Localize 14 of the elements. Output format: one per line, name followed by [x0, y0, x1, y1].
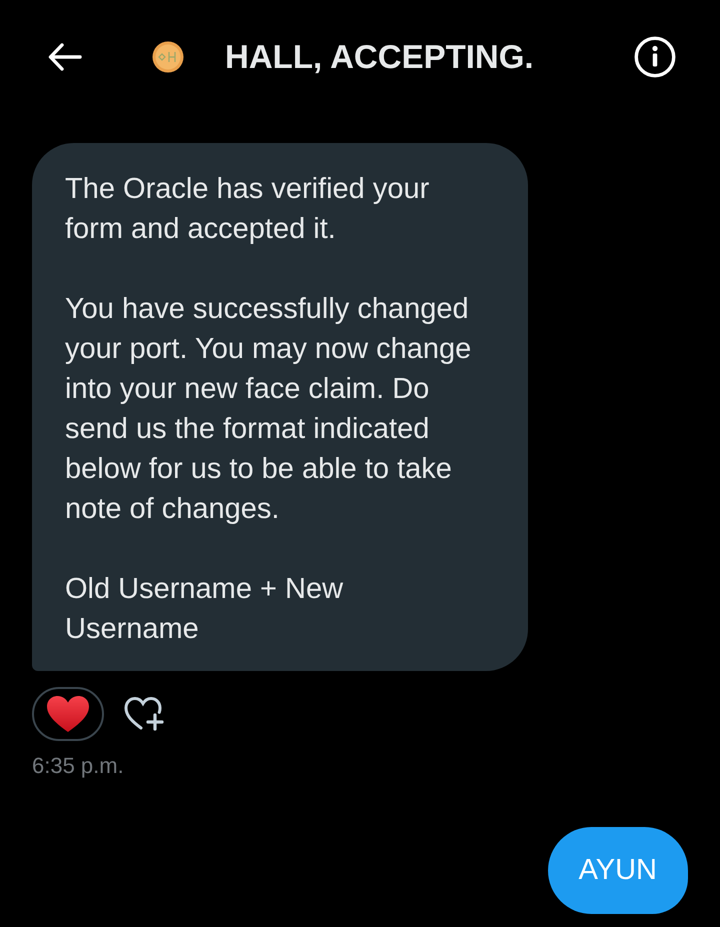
- message-text: Old Username + New Username: [65, 572, 344, 647]
- conversation-title[interactable]: HALL, ACCEPTING.: [225, 38, 534, 76]
- reaction-button[interactable]: [32, 687, 104, 741]
- message-text: You have successfully changed your port. You may now change into your new face claim. Do send us the format indicated below for us to be able to take note of changes.: [65, 292, 472, 527]
- add-reaction-icon[interactable]: [124, 696, 166, 732]
- back-arrow-icon: [48, 43, 82, 71]
- message-text: AYUN: [578, 854, 657, 887]
- message-text: The Oracle has verified your form and accepted it.: [65, 172, 430, 247]
- heart-icon: [47, 696, 89, 732]
- message-time: 6:35 p.m.: [32, 753, 124, 779]
- info-button[interactable]: [634, 36, 676, 78]
- info-icon: [634, 36, 676, 78]
- back-button[interactable]: [48, 43, 82, 71]
- avatar-icon[interactable]: [152, 41, 184, 73]
